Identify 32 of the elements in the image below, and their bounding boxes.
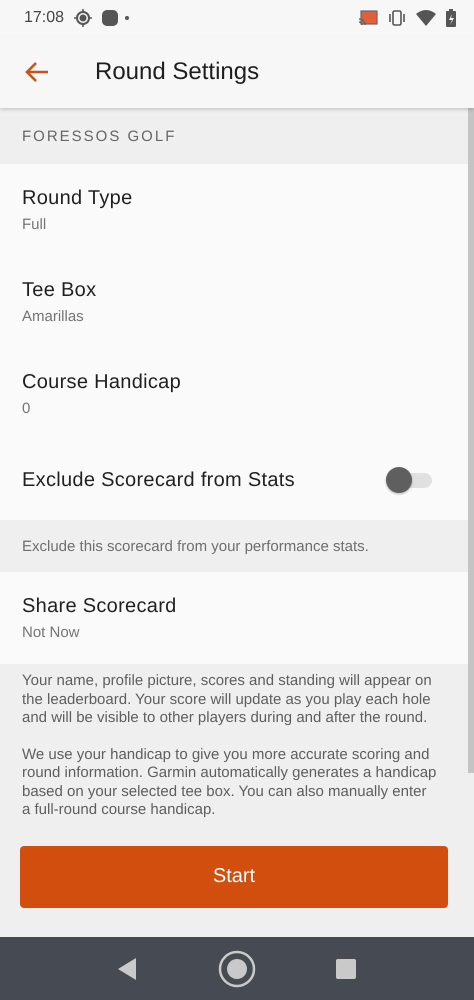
home-nav-icon[interactable] [218, 950, 256, 988]
section-header: FORESSOS GOLF [21, 126, 178, 146]
screen-title: Round Settings [95, 58, 260, 86]
setting-note: Exclude this scorecard from your performance stats. [21, 536, 370, 556]
setting-row[interactable]: Share Scorecard Not Now [0, 572, 468, 664]
info-paragraph: Your name, profile picture, scores and standing will appear on the leaderboard. Your score will update as you play each hole and will be visible to other players during and after the round. [22, 672, 433, 728]
setting-value: Amarillas [22, 308, 85, 325]
setting-row[interactable]: Tee Box Amarillas [0, 256, 468, 348]
setting-row[interactable]: Course Handicap 0 [0, 348, 468, 440]
setting-label: Course Handicap [22, 371, 182, 394]
battery-icon [446, 9, 456, 27]
setting-label: Tee Box [22, 279, 98, 302]
setting-value: 0 [22, 400, 32, 417]
start-button[interactable]: Start [20, 846, 448, 908]
setting-label: Exclude Scorecard from Stats [22, 468, 295, 492]
app-icon [102, 10, 130, 26]
setting-row[interactable]: Round Type Full [0, 164, 468, 256]
setting-label: Round Type [22, 187, 134, 210]
vibrate-icon [388, 10, 406, 26]
setting-value: Not Now [22, 624, 81, 641]
status-time: 17:08 [24, 9, 64, 27]
setting-value: Full [22, 216, 48, 233]
cast-icon [358, 10, 378, 26]
info-paragraph: We use your handicap to give you more accurate scoring and round information. Garmin automatically generates a handicap based on your selected tee box. You can also manually enter a full-round course handicap. [22, 746, 438, 820]
toggle-switch[interactable] [386, 467, 432, 493]
setting-row[interactable]: Exclude Scorecard from Stats [0, 440, 468, 520]
recents-nav-icon[interactable] [336, 958, 356, 978]
back-nav-icon[interactable] [118, 958, 138, 980]
back-arrow-icon[interactable] [24, 61, 50, 83]
wifi-icon [416, 10, 436, 26]
setting-label: Share Scorecard [22, 595, 178, 618]
location-icon [74, 9, 92, 27]
